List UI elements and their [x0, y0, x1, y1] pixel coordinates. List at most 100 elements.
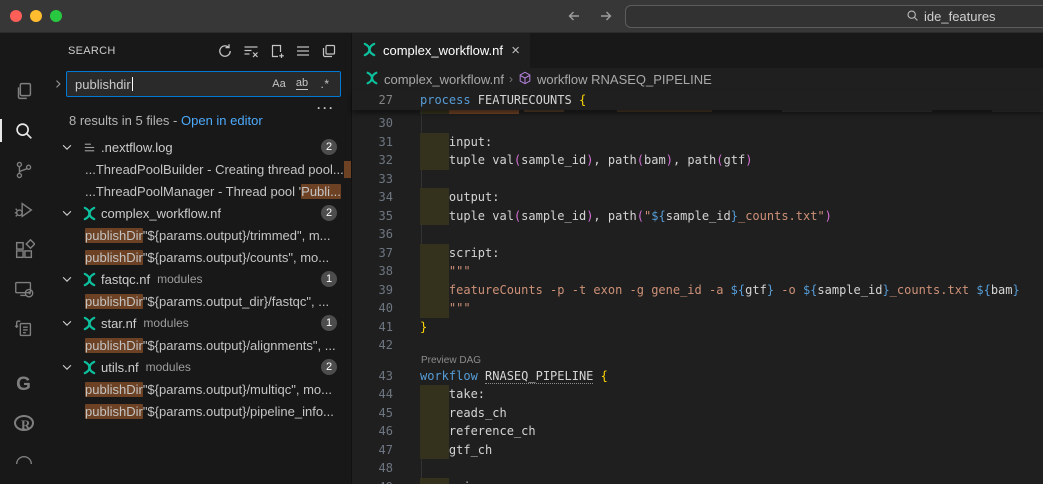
source-control-icon[interactable] [0, 150, 47, 190]
search-query-text: publishdir [75, 77, 131, 92]
line-number: 46 [352, 422, 420, 441]
explorer-icon[interactable] [0, 71, 47, 111]
breadcrumb-symbol[interactable]: workflow RNASEQ_PIPELINE [518, 71, 712, 88]
codelens-preview-dag[interactable]: Preview DAG [352, 355, 1043, 367]
search-result-file-row[interactable]: fastqc.nf modules 1 [47, 268, 351, 290]
sticky-scroll-line[interactable]: 27 process FEATURECOUNTS { [352, 90, 1043, 110]
toggle-search-details-button[interactable]: ··· [317, 101, 335, 115]
open-in-editor-link[interactable]: Open in editor [181, 113, 263, 128]
open-in-editor-panel-icon[interactable] [320, 43, 337, 60]
search-match-row[interactable]: ...ThreadPoolManager - Thread pool 'Publ… [47, 180, 351, 202]
window-controls [0, 10, 62, 22]
toggle-replace-chevron-icon[interactable] [51, 71, 65, 97]
tasks-icon[interactable] [0, 309, 47, 349]
file-name: utils.nf [101, 360, 139, 375]
code-line-41: 41} [352, 318, 1043, 337]
close-window-button[interactable] [10, 10, 22, 22]
clear-search-results-icon[interactable] [242, 43, 259, 60]
editor-group: complex_workflow.nf × complex_workflow.n… [352, 33, 1043, 484]
file-name: complex_workflow.nf [101, 206, 221, 221]
zoom-window-button[interactable] [50, 10, 62, 22]
breadcrumb: complex_workflow.nf › workflow RNASEQ_PI… [352, 68, 1043, 90]
match-after-text: "${params.output_dir}/fastqc", ... [143, 294, 329, 309]
new-search-editor-icon[interactable] [268, 43, 285, 60]
search-result-file-row[interactable]: star.nfmodules1 [47, 312, 351, 334]
overflow-icon[interactable] [0, 444, 47, 484]
code-text: reads_ch [420, 404, 507, 423]
command-center-search[interactable]: ide_features [625, 5, 1043, 28]
close-tab-icon[interactable]: × [511, 42, 520, 59]
line-number: 37 [352, 244, 420, 263]
tab-complex-workflow[interactable]: complex_workflow.nf × [352, 33, 530, 68]
code-text: output: [420, 188, 499, 207]
forward-arrow-icon[interactable] [598, 8, 614, 24]
code-text: """ [420, 299, 471, 318]
code-text: } [420, 318, 427, 337]
match-case-toggle[interactable]: Aa [269, 74, 289, 94]
code-editor[interactable]: 27 process FEATURECOUNTS { 3031 input:32… [352, 90, 1043, 484]
chevron-down-icon[interactable] [59, 205, 75, 221]
match-count-badge: 2 [321, 359, 337, 375]
sticky-line-code: process FEATURECOUNTS { [420, 93, 586, 107]
line-number: 42 [352, 336, 420, 355]
match-count-badge: 1 [321, 271, 337, 287]
remote-explorer-icon[interactable] [0, 270, 47, 310]
match-highlight: Publi... [301, 184, 341, 199]
search-match-row[interactable]: publishDir "${params.output}/alignments"… [47, 334, 351, 356]
code-line-31: 31 input: [352, 133, 1043, 152]
breadcrumb-file[interactable]: complex_workflow.nf [365, 71, 504, 88]
line-number: 39 [352, 281, 420, 300]
search-icon[interactable] [0, 111, 47, 151]
line-number: 33 [352, 170, 420, 189]
line-number: 38 [352, 262, 420, 281]
code-line-44: 44 take: [352, 385, 1043, 404]
line-number: 47 [352, 441, 420, 460]
chevron-down-icon[interactable] [59, 139, 75, 155]
line-number: 30 [352, 114, 420, 133]
extensions-icon[interactable] [0, 230, 47, 270]
search-result-file-row[interactable]: complex_workflow.nf2 [47, 202, 351, 224]
line-number: 34 [352, 188, 420, 207]
code-text: gtf_ch [420, 441, 492, 460]
search-result-file-row[interactable]: .nextflow.log2 [47, 136, 351, 158]
file-name: fastqc.nf [101, 272, 150, 287]
activity-bar: G R [0, 33, 47, 484]
whole-word-toggle[interactable]: ab [292, 74, 312, 94]
command-center-query: ide_features [924, 9, 996, 24]
back-arrow-icon[interactable] [566, 8, 582, 24]
file-description: modules [157, 272, 202, 286]
line-number: 40 [352, 299, 420, 318]
search-match-row[interactable]: publishDir "${params.output}/trimmed", m… [47, 224, 351, 246]
run-debug-icon[interactable] [0, 190, 47, 230]
code-text: """ [420, 262, 471, 281]
code-text: script: [420, 244, 499, 263]
minimize-window-button[interactable] [30, 10, 42, 22]
view-as-list-icon[interactable] [294, 43, 311, 60]
search-match-row[interactable]: publishDir "${params.output}/multiqc", m… [47, 378, 351, 400]
search-sidebar: SEARCH publishdir Aa ab .* [47, 33, 352, 484]
line-number: 45 [352, 404, 420, 423]
nextflow-icon [362, 42, 377, 60]
gitlens-icon[interactable]: G [0, 365, 47, 405]
match-after-text: "${params.output}/multiqc", mo... [143, 382, 332, 397]
search-match-row[interactable]: publishDir "${params.output}/counts", mo… [47, 246, 351, 268]
search-match-row[interactable]: publishDir "${params.output_dir}/fastqc"… [47, 290, 351, 312]
code-text: tuple val(sample_id), path(bam), path(gt… [420, 151, 752, 170]
search-match-row[interactable]: ...ThreadPoolBuilder - Creating thread p… [47, 158, 351, 180]
line-number: 35 [352, 207, 420, 226]
search-match-row[interactable]: publishDir "${params.output}/pipeline_in… [47, 400, 351, 422]
search-input[interactable]: publishdir Aa ab .* [66, 71, 341, 97]
regex-toggle[interactable]: .* [315, 74, 335, 94]
code-line-30: 30 [352, 114, 1043, 133]
search-result-file-row[interactable]: utils.nfmodules2 [47, 356, 351, 378]
code-text: featureCounts -p -t exon -g gene_id -a $… [420, 281, 1020, 300]
match-highlight: publishDir [85, 382, 143, 397]
chevron-down-icon[interactable] [59, 315, 75, 331]
match-highlight: publishDir [85, 338, 143, 353]
chevron-down-icon[interactable] [59, 271, 75, 287]
nextflow-icon [81, 271, 97, 287]
chevron-down-icon[interactable] [59, 359, 75, 375]
r-language-icon[interactable]: R [0, 405, 47, 445]
refresh-icon[interactable] [216, 43, 233, 60]
code-line-47: 47 gtf_ch [352, 441, 1043, 460]
